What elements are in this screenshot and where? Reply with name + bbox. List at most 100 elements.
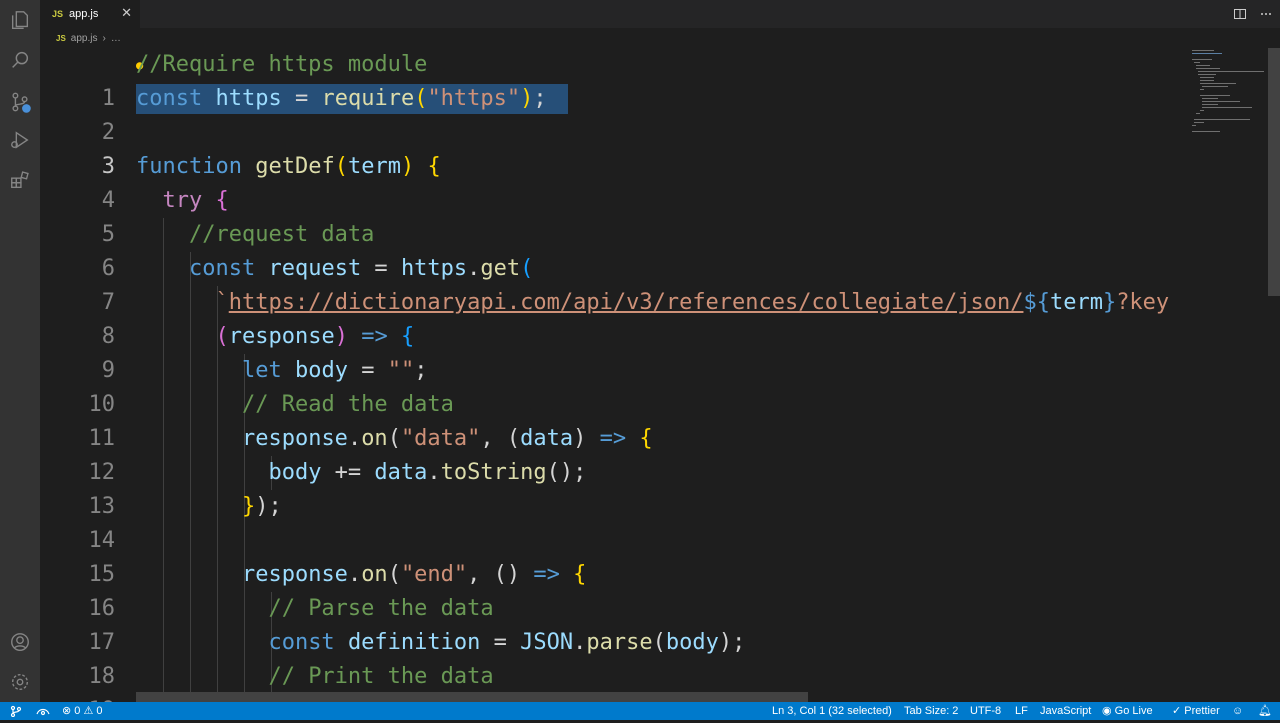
more-actions-icon[interactable] (1260, 7, 1272, 25)
code-line: 5 try { (40, 184, 1184, 247)
bracket: } (241, 494, 256, 519)
minimap-line (1200, 77, 1214, 78)
minimap[interactable] (1184, 48, 1268, 702)
minimap-line (1198, 71, 1264, 72)
bracket: ( (215, 324, 229, 349)
string: ` (215, 290, 229, 315)
notification-icon[interactable]: 🔔︎ (1258, 702, 1272, 720)
prettier-button[interactable]: ✓ Prettier (1172, 702, 1220, 720)
code-line: 16 response.on("end", () => { (40, 558, 1184, 621)
breadcrumb-file[interactable]: app.js (71, 33, 98, 44)
cursor-position[interactable]: Ln 3, Col 1 (32 selected) (772, 702, 892, 720)
parameter: term (347, 154, 401, 179)
identifier: data (374, 460, 428, 485)
bracket: ( (387, 562, 401, 587)
check-icon: ✓ (1172, 705, 1182, 717)
keyword: function (136, 154, 242, 179)
breadcrumb: JS app.js › … (40, 28, 1280, 48)
activity-bar (0, 0, 40, 702)
code-line: 15 (40, 524, 1184, 587)
tab-label: app.js (69, 8, 99, 20)
punctuation: . (573, 630, 587, 655)
remote-icon[interactable] (10, 705, 22, 723)
go-live-button[interactable]: ◉ Go Live (1102, 702, 1153, 720)
problems-indicator[interactable]: ⊗ 0 ⚠ 0 (62, 702, 103, 720)
code-line: 3 (40, 116, 1184, 179)
punctuation: ; (414, 358, 428, 383)
minimap-line (1194, 62, 1200, 63)
function-name: get (480, 256, 521, 281)
identifier: term (1049, 290, 1103, 315)
code-line: 11 // Read the data (40, 388, 1184, 451)
scrollbar-thumb[interactable] (1268, 48, 1280, 296)
minimap-line (1202, 104, 1218, 105)
feedback-icon[interactable]: ☺ (1232, 702, 1243, 720)
minimap-line (1194, 122, 1204, 123)
language-mode[interactable]: JavaScript (1040, 702, 1091, 720)
end-of-line[interactable]: LF (1015, 702, 1028, 720)
template-interpolation: } (1102, 290, 1117, 315)
function-name: on (361, 562, 388, 587)
bracket: { (427, 154, 441, 179)
account-icon[interactable] (8, 630, 32, 654)
editor-actions (1234, 7, 1272, 25)
vertical-scrollbar[interactable] (1268, 48, 1280, 702)
bracket: ) (400, 154, 415, 179)
close-icon[interactable]: ✕ (121, 6, 132, 20)
punctuation: , (480, 426, 507, 451)
identifier: https (215, 86, 282, 111)
run-debug-icon[interactable] (8, 128, 32, 152)
encoding[interactable]: UTF-8 (970, 702, 1001, 720)
bracket: ( (387, 426, 401, 451)
minimap-line (1192, 125, 1196, 126)
identifier: https (400, 256, 468, 281)
indentation[interactable]: Tab Size: 2 (904, 702, 958, 720)
code-line: 12 response.on("data", (data) => { (40, 422, 1184, 485)
code-line: 9 (response) => { (40, 320, 1184, 383)
tab-app-js[interactable]: JS app.js ✕ (40, 0, 140, 28)
breadcrumb-more[interactable]: … (111, 33, 121, 44)
error-icon: ⊗ (62, 705, 72, 717)
line-number: 19 (40, 694, 116, 702)
code-line: 14 }); (40, 490, 1184, 553)
identifier: definition (347, 630, 481, 655)
bracket: ) (334, 324, 348, 349)
horizontal-scrollbar[interactable] (136, 692, 808, 702)
minimap-line (1202, 101, 1240, 102)
minimap-line (1202, 86, 1228, 87)
string: "" (387, 358, 415, 383)
code-line: 17 // Parse the data (40, 592, 1184, 655)
split-editor-icon[interactable] (1234, 7, 1246, 25)
extensions-icon[interactable] (8, 168, 32, 192)
bracket: ) (718, 630, 733, 655)
operator: => (520, 562, 574, 587)
bracket: () (493, 562, 521, 587)
punctuation: ; (268, 494, 282, 519)
keyword: const (268, 630, 335, 655)
explorer-icon[interactable] (8, 8, 32, 32)
function-name: on (361, 426, 388, 451)
parameter: response (228, 324, 335, 349)
error-count: 0 (74, 705, 81, 717)
operator: = (361, 256, 401, 281)
source-control-icon[interactable] (8, 90, 32, 114)
function-name: parse (586, 630, 653, 655)
comment: //request data (188, 222, 375, 247)
punctuation: . (467, 256, 481, 281)
comment: //Require https module (136, 52, 428, 77)
code-editor[interactable]: 1 ● //Require https module 2 const https… (40, 48, 1184, 702)
bracket: ) (255, 494, 269, 519)
bracket: ( (652, 630, 666, 655)
code-line: 6 //request data (40, 218, 1184, 281)
search-icon[interactable] (8, 48, 32, 72)
bracket: ( (334, 154, 348, 179)
code-line: 18 const definition = JSON.parse(body); (40, 626, 1184, 689)
bracket: () (546, 460, 574, 485)
identifier: response (241, 426, 348, 451)
live-share-icon[interactable] (36, 705, 50, 723)
minimap-line (1198, 74, 1216, 75)
settings-icon[interactable] (8, 670, 32, 694)
punctuation: . (347, 562, 362, 587)
punctuation: ; (732, 630, 746, 655)
minimap-line (1200, 80, 1214, 81)
